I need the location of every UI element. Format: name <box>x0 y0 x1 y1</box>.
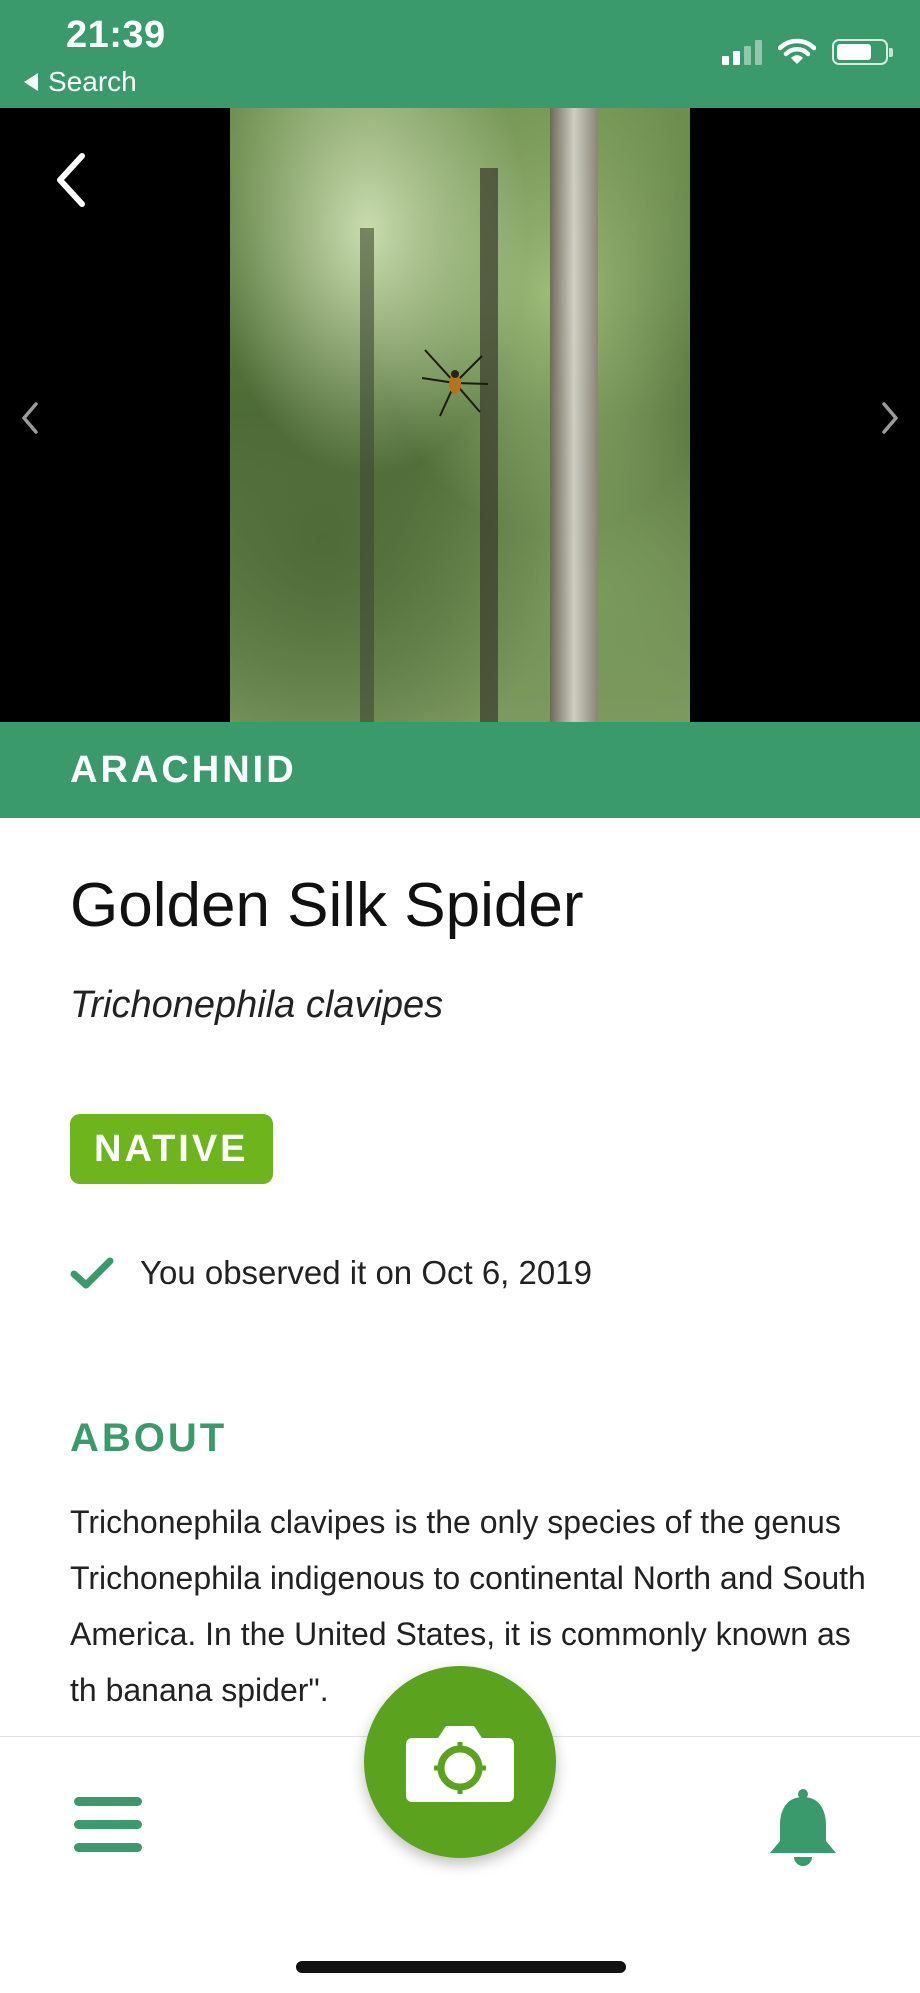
common-name: Golden Silk Spider <box>70 871 584 940</box>
home-indicator <box>296 1961 626 1973</box>
check-icon <box>70 1257 114 1289</box>
about-heading: ABOUT <box>70 1416 228 1460</box>
battery-icon <box>832 39 893 65</box>
camera-icon <box>406 1726 514 1802</box>
status-bar: 21:39 Search <box>0 0 920 108</box>
status-time: 21:39 <box>66 14 166 56</box>
observation-text: You observed it on Oct 6, 2019 <box>140 1254 592 1291</box>
observation-row: You observed it on Oct 6, 2019 <box>70 1254 592 1292</box>
previous-photo-icon[interactable] <box>18 398 42 438</box>
native-status-badge: NATIVE <box>70 1114 273 1184</box>
category-band: ARACHNID <box>0 722 920 818</box>
bell-icon[interactable] <box>766 1787 840 1867</box>
next-photo-icon[interactable] <box>878 398 902 438</box>
category-label: ARACHNID <box>70 748 297 791</box>
back-to-app-link[interactable]: Search <box>24 66 137 98</box>
back-chevron-icon[interactable] <box>50 150 90 210</box>
menu-icon[interactable] <box>72 1793 144 1857</box>
scientific-name: Trichonephila clavipes <box>70 984 444 1026</box>
back-app-label: Search <box>48 66 137 97</box>
photo-gallery[interactable] <box>0 108 920 722</box>
spider-figure <box>421 349 489 417</box>
status-icons <box>722 38 893 66</box>
wifi-icon <box>778 38 816 64</box>
signal-icon <box>722 39 762 65</box>
camera-button[interactable] <box>364 1666 556 1858</box>
back-triangle-icon <box>24 73 38 91</box>
species-photo <box>230 108 690 722</box>
